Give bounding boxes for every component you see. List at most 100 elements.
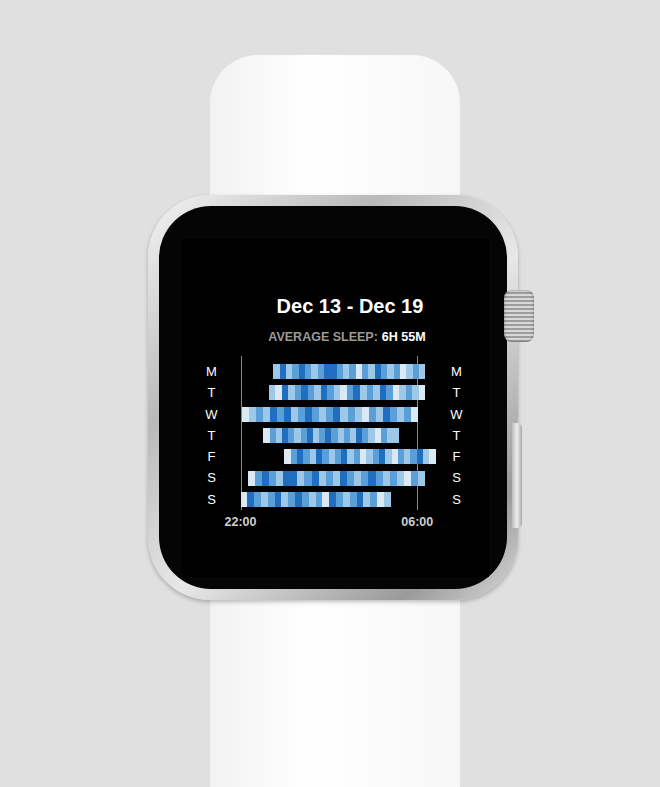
average-sleep: AVERAGE SLEEP:6H 55M bbox=[182, 329, 489, 345]
sleep-segment bbox=[283, 471, 290, 486]
day-label: W bbox=[445, 404, 469, 425]
sleep-segment bbox=[350, 492, 357, 507]
sleep-segment bbox=[377, 492, 384, 507]
axis-ticks: 22:0006:00 bbox=[229, 513, 445, 531]
sleep-segment bbox=[249, 407, 256, 422]
stage: Dec 13 - Dec 19AVERAGE SLEEP:6H 55MMTWTF… bbox=[0, 0, 660, 787]
chart-row bbox=[229, 446, 445, 467]
sleep-bar[interactable] bbox=[248, 471, 426, 486]
sleep-bar[interactable] bbox=[269, 385, 426, 400]
sleep-segment bbox=[362, 407, 369, 422]
side-button-icon[interactable] bbox=[512, 423, 522, 528]
sleep-segment bbox=[376, 407, 383, 422]
sleep-segment bbox=[290, 471, 297, 486]
sleep-segment bbox=[336, 492, 343, 507]
chart-row bbox=[229, 467, 445, 488]
sleep-segment bbox=[326, 471, 333, 486]
sleep-segment bbox=[322, 492, 329, 507]
sleep-segment bbox=[411, 407, 418, 422]
sleep-segment bbox=[329, 492, 336, 507]
axis-line bbox=[241, 356, 242, 510]
sleep-segment bbox=[291, 407, 298, 422]
sleep-segment bbox=[348, 407, 355, 422]
sleep-segment bbox=[247, 492, 254, 507]
sleep-segment bbox=[312, 407, 319, 422]
sleep-plot bbox=[229, 356, 445, 510]
sleep-chart: MTWTFSSMTWTFSS22:0006:00 bbox=[182, 356, 489, 531]
watch-band-bottom bbox=[210, 582, 460, 787]
sleep-segment bbox=[270, 407, 277, 422]
sleep-segment bbox=[309, 492, 316, 507]
sleep-segment bbox=[340, 407, 347, 422]
sleep-segment bbox=[397, 407, 404, 422]
sleep-bar[interactable] bbox=[242, 407, 417, 422]
sleep-segment bbox=[343, 492, 350, 507]
sleep-segment bbox=[305, 407, 312, 422]
chart-row bbox=[229, 382, 445, 403]
sleep-segment bbox=[390, 407, 397, 422]
watch-body: Dec 13 - Dec 19AVERAGE SLEEP:6H 55MMTWTF… bbox=[148, 195, 518, 600]
sleep-segment bbox=[319, 471, 326, 486]
sleep-segment bbox=[297, 471, 304, 486]
sleep-segment bbox=[262, 471, 269, 486]
day-label: F bbox=[203, 446, 221, 467]
day-labels-left: MTWTFSS bbox=[203, 356, 221, 510]
chart-row bbox=[229, 361, 445, 382]
day-label: S bbox=[445, 489, 469, 510]
sleep-segment bbox=[411, 471, 418, 486]
sleep-segment bbox=[370, 492, 377, 507]
day-label: M bbox=[203, 361, 221, 382]
sleep-segment bbox=[255, 471, 262, 486]
sleep-segment bbox=[312, 471, 319, 486]
day-labels-right: MTWTFSS bbox=[445, 356, 469, 510]
watch-band-top bbox=[210, 55, 460, 213]
axis-tick-label: 06:00 bbox=[401, 513, 433, 531]
sleep-segment bbox=[404, 471, 411, 486]
day-label: W bbox=[203, 404, 221, 425]
axis-tick-label: 22:00 bbox=[225, 513, 257, 531]
sleep-segment bbox=[383, 471, 390, 486]
sleep-segment bbox=[248, 471, 255, 486]
sleep-segment bbox=[295, 492, 302, 507]
sleep-segment bbox=[269, 471, 276, 486]
sleep-segment bbox=[326, 407, 333, 422]
sleep-bar[interactable] bbox=[273, 364, 425, 379]
day-label: S bbox=[445, 467, 469, 488]
sleep-segment bbox=[404, 407, 411, 422]
sleep-segment bbox=[397, 471, 404, 486]
sleep-segment bbox=[284, 407, 291, 422]
sleep-segment bbox=[418, 471, 425, 486]
sleep-segment bbox=[354, 471, 361, 486]
sleep-segment bbox=[361, 471, 368, 486]
sleep-segment bbox=[384, 492, 391, 507]
sleep-segment bbox=[357, 492, 364, 507]
sleep-segment bbox=[277, 407, 284, 422]
sleep-segment bbox=[363, 492, 370, 507]
day-label: T bbox=[203, 382, 221, 403]
sleep-segment bbox=[261, 492, 268, 507]
day-label: T bbox=[445, 382, 469, 403]
sleep-segment bbox=[340, 471, 347, 486]
sleep-segment bbox=[263, 407, 270, 422]
sleep-segment bbox=[333, 471, 340, 486]
day-label: F bbox=[445, 446, 469, 467]
chart-row bbox=[229, 489, 445, 510]
sleep-segment bbox=[302, 492, 309, 507]
day-label: S bbox=[203, 467, 221, 488]
average-sleep-value: 6H 55M bbox=[382, 329, 426, 345]
sleep-segment bbox=[275, 492, 282, 507]
sleep-segment bbox=[288, 492, 295, 507]
day-label: M bbox=[445, 361, 469, 382]
sleep-segment bbox=[419, 385, 426, 400]
sleep-segment bbox=[333, 407, 340, 422]
sleep-bar[interactable] bbox=[263, 428, 399, 443]
digital-crown-icon[interactable] bbox=[504, 290, 534, 342]
sleep-segment bbox=[390, 471, 397, 486]
sleep-segment bbox=[429, 449, 435, 464]
sleep-bar[interactable] bbox=[241, 492, 391, 507]
sleep-bar[interactable] bbox=[284, 449, 435, 464]
sleep-segment bbox=[256, 407, 263, 422]
chart-row bbox=[229, 404, 445, 425]
sleep-segment bbox=[319, 407, 326, 422]
sleep-segment bbox=[298, 407, 305, 422]
